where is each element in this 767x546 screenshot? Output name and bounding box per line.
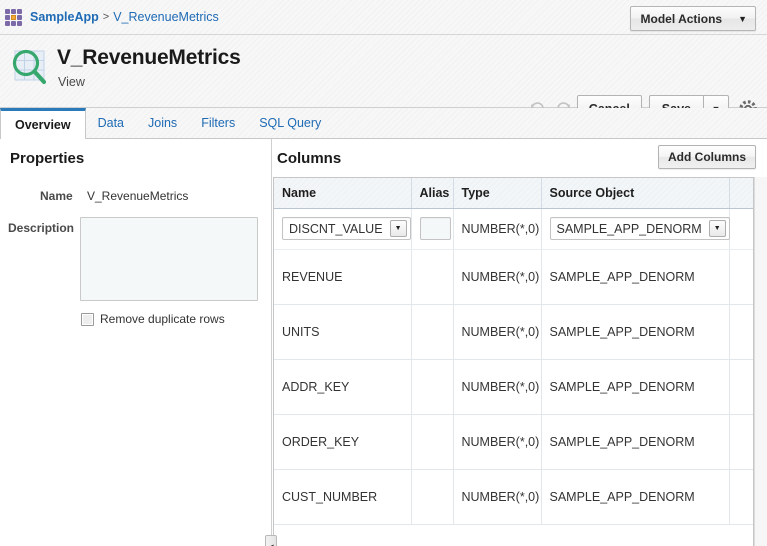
tab-sql-query-label: SQL Query <box>259 116 322 130</box>
add-columns-label: Add Columns <box>668 150 746 164</box>
cell-name: ORDER_KEY <box>274 414 412 470</box>
cell-actions <box>729 359 753 415</box>
source-object-select-value: SAMPLE_APP_DENORM <box>556 221 702 236</box>
tab-filters[interactable]: Filters <box>189 108 247 138</box>
main-content: Properties Name V_RevenueMetrics Descrip… <box>0 139 767 546</box>
table-body: DISCNT_VALUE ▼ NUMBER(*,0) SAMPLE_APP_DE… <box>274 208 753 525</box>
cell-actions <box>729 249 753 305</box>
cell-alias <box>411 249 454 305</box>
cell-alias <box>411 469 454 525</box>
app-grid-icon <box>5 8 22 26</box>
cell-type: NUMBER(*,0) <box>453 249 542 305</box>
cell-alias <box>411 304 454 360</box>
table-row[interactable]: DISCNT_VALUE ▼ NUMBER(*,0) SAMPLE_APP_DE… <box>274 208 753 250</box>
remove-duplicate-rows-label: Remove duplicate rows <box>100 312 225 326</box>
table-header-row: Name Alias Type Source Object <box>274 178 753 209</box>
cell-source-object: SAMPLE_APP_DENORM <box>541 249 730 305</box>
cell-source-object: SAMPLE_APP_DENORM <box>541 414 730 470</box>
tab-joins-label: Joins <box>148 116 178 130</box>
remove-duplicate-rows-checkbox[interactable] <box>81 312 94 326</box>
cell-alias <box>411 359 454 415</box>
breadcrumb-separator: > <box>102 11 110 23</box>
cell-type: NUMBER(*,0) <box>453 469 542 525</box>
cell-type: NUMBER(*,0) <box>453 304 542 360</box>
tab-filters-label: Filters <box>201 116 236 130</box>
object-type-subtitle: View <box>58 75 85 89</box>
column-name-select[interactable]: DISCNT_VALUE ▼ <box>282 217 411 240</box>
cell-alias <box>411 414 454 470</box>
cell-name: REVENUE <box>274 249 412 305</box>
description-input[interactable] <box>80 217 258 301</box>
chevron-down-icon: ▼ <box>708 220 726 237</box>
cell-name: ADDR_KEY <box>274 359 412 415</box>
panel-collapse-handle[interactable]: ◀ <box>265 535 277 546</box>
table-row[interactable]: CUST_NUMBER NUMBER(*,0) SAMPLE_APP_DENOR… <box>274 469 753 525</box>
columns-table-scrollbar[interactable] <box>754 177 767 546</box>
breadcrumb-current: V_RevenueMetrics <box>113 10 219 24</box>
cell-type: NUMBER(*,0) <box>453 414 542 470</box>
column-header-blank <box>729 178 753 209</box>
model-actions-label: Model Actions <box>640 11 723 26</box>
column-header-type[interactable]: Type <box>453 178 542 209</box>
source-object-select[interactable]: SAMPLE_APP_DENORM ▼ <box>549 217 730 240</box>
cell-actions <box>729 469 753 525</box>
cell-type: NUMBER(*,0) <box>453 359 542 415</box>
tab-overview[interactable]: Overview <box>0 108 86 139</box>
column-header-name[interactable]: Name <box>274 178 412 209</box>
cell-actions <box>729 414 753 470</box>
tab-data[interactable]: Data <box>86 108 136 138</box>
cell-source-object: SAMPLE_APP_DENORM <box>541 359 730 415</box>
table-row[interactable]: UNITS NUMBER(*,0) SAMPLE_APP_DENORM <box>274 304 753 360</box>
page-title: V_RevenueMetrics <box>57 46 241 69</box>
description-label: Description <box>8 221 75 235</box>
alias-input[interactable] <box>419 217 451 240</box>
cell-name[interactable]: DISCNT_VALUE ▼ <box>274 208 412 250</box>
cell-alias[interactable] <box>411 208 454 250</box>
view-magnifier-icon <box>6 43 54 91</box>
tab-bar: Overview Data Joins Filters SQL Query <box>0 108 767 139</box>
breadcrumb-bar: SampleApp > V_RevenueMetrics Model Actio… <box>0 0 767 35</box>
properties-panel: Properties Name V_RevenueMetrics Descrip… <box>0 139 272 546</box>
table-row[interactable]: ORDER_KEY NUMBER(*,0) SAMPLE_APP_DENORM <box>274 414 753 470</box>
columns-title: Columns <box>277 150 342 167</box>
object-header: V_RevenueMetrics View Cancel Save ▼ <box>0 35 767 122</box>
tab-sql-query[interactable]: SQL Query <box>247 108 333 138</box>
model-actions-button[interactable]: Model Actions ▼ <box>629 6 756 31</box>
tab-overview-label: Overview <box>15 118 71 132</box>
remove-duplicate-rows-row[interactable]: Remove duplicate rows <box>81 312 225 326</box>
cell-source-object[interactable]: SAMPLE_APP_DENORM ▼ <box>541 208 730 250</box>
chevron-down-icon: ▼ <box>389 220 407 237</box>
properties-title: Properties <box>10 150 85 167</box>
chevron-down-icon: ▼ <box>738 13 747 24</box>
columns-table: Name Alias Type Source Object DISCNT_VAL… <box>273 177 754 546</box>
breadcrumb-link-sampleapp[interactable]: SampleApp <box>30 10 99 24</box>
cell-source-object: SAMPLE_APP_DENORM <box>541 304 730 360</box>
name-label: Name <box>40 189 73 203</box>
add-columns-button[interactable]: Add Columns <box>658 145 756 169</box>
cell-type: NUMBER(*,0) <box>453 208 542 250</box>
table-row[interactable]: REVENUE NUMBER(*,0) SAMPLE_APP_DENORM <box>274 249 753 305</box>
cell-source-object: SAMPLE_APP_DENORM <box>541 469 730 525</box>
table-row[interactable]: ADDR_KEY NUMBER(*,0) SAMPLE_APP_DENORM <box>274 359 753 415</box>
cell-name: UNITS <box>274 304 412 360</box>
tab-data-label: Data <box>97 116 124 130</box>
tab-joins[interactable]: Joins <box>136 108 189 138</box>
column-name-select-value: DISCNT_VALUE <box>289 221 383 236</box>
column-header-alias[interactable]: Alias <box>411 178 454 209</box>
name-value: V_RevenueMetrics <box>87 189 189 203</box>
cell-actions <box>729 208 753 250</box>
cell-actions <box>729 304 753 360</box>
columns-panel: Columns Add Columns Name Alias Type Sour… <box>273 139 767 546</box>
column-header-source-object[interactable]: Source Object <box>541 178 730 209</box>
cell-name: CUST_NUMBER <box>274 469 412 525</box>
